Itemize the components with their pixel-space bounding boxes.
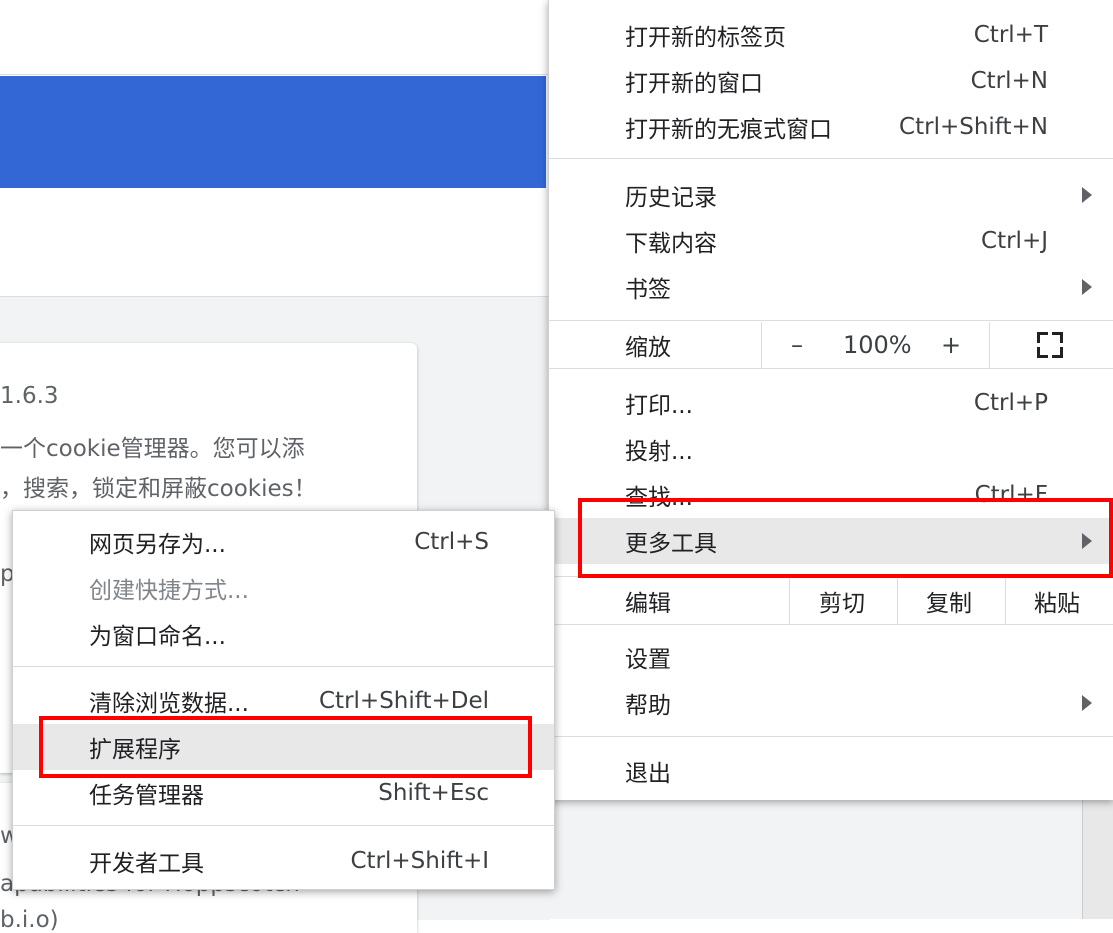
menu-item-label: 网页另存为... <box>89 532 226 558</box>
menu-item-shortcut: Ctrl+Shift+I <box>350 848 489 874</box>
menu-separator <box>13 825 554 826</box>
menu-item-label: 投射... <box>625 439 693 465</box>
more-tools-submenu: 网页另存为... Ctrl+S 创建快捷方式... 为窗口命名... 清除浏览数… <box>12 510 555 890</box>
menu-item-shortcut: Shift+Esc <box>378 780 489 806</box>
submenu-item-name-window[interactable]: 为窗口命名... <box>13 611 554 657</box>
menu-item-help[interactable]: 帮助 <box>549 680 1113 726</box>
menu-item-new-window[interactable]: 打开新的窗口 Ctrl+N <box>549 58 1113 104</box>
submenu-item-create-shortcut[interactable]: 创建快捷方式... <box>13 565 554 611</box>
menu-item-history[interactable]: 历史记录 <box>549 172 1113 218</box>
menu-item-shortcut: Ctrl+Shift+N <box>899 114 1048 140</box>
submenu-arrow-icon <box>1082 279 1092 295</box>
menu-item-label: 书签 <box>625 277 671 303</box>
menu-item-bookmarks[interactable]: 书签 <box>549 264 1113 310</box>
zoom-out-button[interactable]: – <box>791 331 803 359</box>
page-top-strip <box>0 0 550 75</box>
edit-label: 编辑 <box>625 591 671 617</box>
menu-item-shortcut: Ctrl+T <box>973 22 1048 48</box>
zoom-in-button[interactable]: + <box>941 331 961 359</box>
submenu-arrow-icon <box>1082 187 1092 203</box>
highlight-box-more-tools <box>578 498 1113 578</box>
page-header-bar <box>0 76 546 188</box>
menu-item-label: 为窗口命名... <box>89 624 226 650</box>
menu-item-settings[interactable]: 设置 <box>549 634 1113 680</box>
menu-item-label: 创建快捷方式... <box>89 578 249 604</box>
edit-divider <box>789 578 790 624</box>
menu-item-label: 设置 <box>625 647 671 673</box>
menu-item-shortcut: Ctrl+S <box>414 529 489 555</box>
chrome-main-menu: 打开新的标签页 Ctrl+T 打开新的窗口 Ctrl+N 打开新的无痕式窗口 C… <box>548 0 1113 800</box>
menu-separator <box>549 624 1113 625</box>
zoom-level-value: 100% <box>843 331 912 359</box>
menu-item-shortcut: Ctrl+J <box>981 228 1048 254</box>
menu-item-label: 打印... <box>625 393 693 419</box>
zoom-divider <box>761 322 762 368</box>
menu-item-label: 打开新的窗口 <box>625 71 763 97</box>
copy-button[interactable]: 复制 <box>926 584 972 618</box>
edit-divider <box>897 578 898 624</box>
fullscreen-icon[interactable] <box>1037 332 1063 358</box>
menu-item-label: 开发者工具 <box>89 851 204 877</box>
zoom-label: 缩放 <box>625 335 671 361</box>
scrollbar[interactable] <box>1082 800 1113 919</box>
menu-item-shortcut: Ctrl+P <box>973 390 1048 416</box>
extension-description-line1: 一个cookie管理器。您可以添 <box>0 436 305 462</box>
menu-item-downloads[interactable]: 下载内容 Ctrl+J <box>549 218 1113 264</box>
menu-item-label: 打开新的标签页 <box>625 25 786 51</box>
menu-item-incognito[interactable]: 打开新的无痕式窗口 Ctrl+Shift+N <box>549 104 1113 150</box>
menu-separator <box>549 368 1113 369</box>
edit-divider <box>1005 578 1006 624</box>
menu-item-shortcut: Ctrl+N <box>970 68 1048 94</box>
menu-item-new-tab[interactable]: 打开新的标签页 Ctrl+T <box>549 12 1113 58</box>
card2-description-line2: b.i.o) <box>0 907 59 933</box>
menu-item-cast[interactable]: 投射... <box>549 426 1113 472</box>
menu-separator <box>549 158 1113 159</box>
zoom-divider <box>989 322 990 368</box>
menu-item-label: 任务管理器 <box>89 783 204 809</box>
extension-description-line2: ，搜索，锁定和屏蔽cookies！ <box>0 476 317 502</box>
submenu-item-save-page[interactable]: 网页另存为... Ctrl+S <box>13 519 554 565</box>
menu-row-edit: 编辑 剪切 复制 粘贴 <box>549 578 1113 624</box>
menu-row-zoom: 缩放 – 100% + <box>549 322 1113 368</box>
extension-version: 1.6.3 <box>0 383 59 409</box>
paste-button[interactable]: 粘贴 <box>1034 584 1080 618</box>
page-background-right <box>550 800 1082 919</box>
menu-item-label: 历史记录 <box>625 185 717 211</box>
menu-item-print[interactable]: 打印... Ctrl+P <box>549 380 1113 426</box>
menu-item-exit[interactable]: 退出 <box>549 748 1113 794</box>
submenu-arrow-icon <box>1082 695 1092 711</box>
submenu-item-developer-tools[interactable]: 开发者工具 Ctrl+Shift+I <box>13 838 554 884</box>
menu-item-label: 退出 <box>625 761 671 787</box>
menu-separator <box>549 736 1113 737</box>
menu-item-label: 打开新的无痕式窗口 <box>625 117 832 143</box>
menu-item-label: 下载内容 <box>625 231 717 257</box>
menu-separator <box>549 320 1113 321</box>
menu-item-shortcut: Ctrl+Shift+Del <box>319 688 489 714</box>
menu-item-label: 清除浏览数据... <box>89 691 249 717</box>
menu-item-label: 帮助 <box>625 693 671 719</box>
cut-button[interactable]: 剪切 <box>819 584 865 618</box>
highlight-box-extensions <box>39 716 532 778</box>
menu-separator <box>13 666 554 667</box>
